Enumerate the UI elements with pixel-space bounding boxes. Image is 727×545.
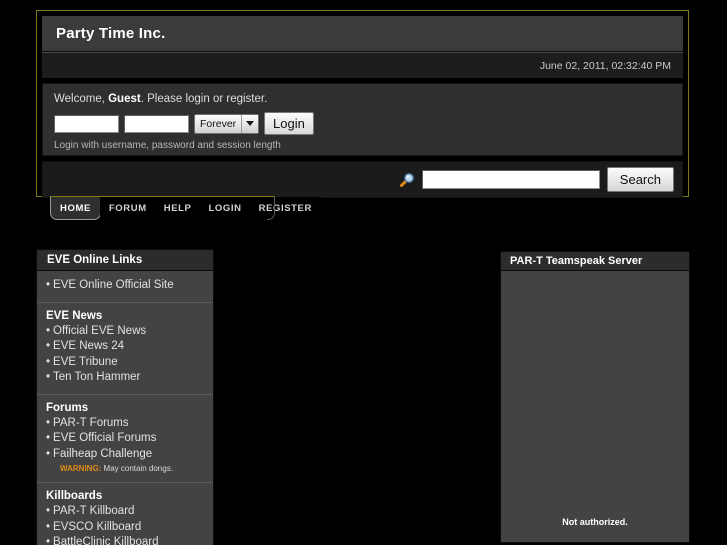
session-length-value: Forever [200,117,237,130]
main-navigation: HOME FORUM HELP LOGIN REGISTER [50,196,321,220]
sidebar-link-eve-news-24[interactable]: • EVE News 24 [46,339,204,355]
tab-login-label: LOGIN [208,203,242,214]
sidebar-link-eve-tribune[interactable]: • EVE Tribune [46,355,204,371]
page-root: Party Time Inc. June 02, 2011, 02:32:40 … [0,0,727,545]
sidebar-link-official-eve-news[interactable]: • Official EVE News [46,324,204,340]
sidebar-link-eve-official-forums[interactable]: • EVE Official Forums [46,431,204,447]
title-bar: Party Time Inc. [42,16,683,52]
bullet-icon: • [46,371,51,383]
login-hint: Login with username, password and sessio… [54,140,281,151]
bullet-icon: • [46,416,51,429]
sidebar-section-eve-news: EVE News • Official EVE News • EVE News 24… [37,303,213,395]
session-length-select[interactable]: Forever [194,113,259,134]
magnifying-glass-icon [399,172,415,188]
welcome-message: Welcome, Guest. Please login or register… [54,93,671,105]
tab-forum[interactable]: FORUM [99,197,156,220]
sidebar-heading-forums: Forums [46,401,89,414]
tabbar-endcap [267,197,275,220]
bullet-icon: • [46,279,51,291]
tab-help[interactable]: HELP [154,197,201,220]
password-input[interactable] [124,114,189,133]
welcome-prefix: Welcome, [54,93,109,105]
sidebar-link-ten-ton-hammer[interactable]: • Ten Ton Hammer [46,370,204,386]
search-input[interactable] [421,170,600,189]
tab-register[interactable]: REGISTER [249,197,321,220]
sidebar-heading-eve-news: EVE News [46,309,103,322]
sidebar-link-label: Ten Ton Hammer [53,371,141,383]
sidebar-section-killboards: Killboards • PAR-T Killboard • EVSCO Killb… [37,483,213,545]
warning-label: WARNING: [60,464,102,473]
login-button[interactable]: Login [264,112,314,135]
sidebar-link-label: EVE Online Official Site [53,279,174,291]
sidebar-link-label: BattleClinic Killboard [53,536,159,545]
header-frame: Party Time Inc. June 02, 2011, 02:32:40 … [36,10,689,198]
login-panel: Welcome, Guest. Please login or register… [42,83,683,156]
bullet-icon: • [46,340,51,352]
chevron-down-icon [241,114,258,133]
bullet-icon: • [46,324,51,337]
sidebar-link-label: EVE Tribune [53,355,118,368]
sidebar-section-forums: Forums • PAR-T Forums • EVE Official Forum… [37,395,213,483]
teamspeak-panel-title: PAR-T Teamspeak Server [500,251,690,271]
page-title: Party Time Inc. [56,25,166,42]
sidebar-link-eve-online-official-site[interactable]: • EVE Online Official Site [46,278,204,294]
sidebar-eve-online-links: EVE Online Links • EVE Online Official Si… [36,249,214,545]
sidebar-title: EVE Online Links [36,249,214,271]
sidebar-link-label: Failheap Challenge [53,447,153,460]
bullet-icon: • [46,520,51,533]
sidebar-link-par-t-killboard[interactable]: • PAR-T Killboard [46,504,204,520]
bullet-icon: • [46,432,51,444]
panel-teamspeak-server: PAR-T Teamspeak Server Not authorized. [500,251,690,545]
sidebar-body: • EVE Online Official Site EVE News • Offi… [36,271,214,545]
guest-name: Guest [108,93,141,105]
bullet-icon: • [46,447,51,460]
bullet-icon: • [46,355,51,368]
date-bar: June 02, 2011, 02:32:40 PM [42,52,683,78]
sidebar-link-label: Official EVE News [53,324,147,337]
sidebar-link-battleclinic-killboard[interactable]: • BattleClinic Killboard [46,535,204,545]
sidebar-heading-killboards: Killboards [46,490,103,502]
sidebar-link-label: EVSCO Killboard [53,520,142,533]
sidebar-warning-note: WARNING: May contain dongs. [46,463,204,474]
tab-help-label: HELP [163,203,192,214]
sidebar-link-label: EVE News 24 [53,340,124,352]
username-input[interactable] [54,114,119,133]
bullet-icon: • [46,536,51,545]
teamspeak-status-message: Not authorized. [562,517,628,527]
current-datetime: June 02, 2011, 02:32:40 PM [539,59,671,72]
welcome-suffix: . Please login or register. [140,93,268,105]
warning-text: May contain dongs. [101,464,173,473]
tab-home[interactable]: HOME [50,197,101,220]
sidebar-link-evsco-killboard[interactable]: • EVSCO Killboard [46,520,204,536]
login-form: Forever Login [54,112,671,135]
search-button[interactable]: Search [606,167,674,192]
sidebar-link-failheap-challenge[interactable]: • Failheap Challenge [46,447,204,463]
sidebar-link-label: PAR-T Killboard [53,505,135,517]
sidebar-section-official: • EVE Online Official Site [37,271,213,303]
bullet-icon: • [46,505,51,517]
sidebar-link-par-t-forums[interactable]: • PAR-T Forums [46,416,204,432]
search-bar: Search [42,161,683,198]
tab-login[interactable]: LOGIN [199,197,251,220]
tab-home-label: HOME [60,202,91,214]
sidebar-link-label: PAR-T Forums [53,416,129,429]
tab-forum-label: FORUM [108,203,147,214]
nav-tabs: HOME FORUM HELP LOGIN REGISTER [50,197,321,220]
teamspeak-panel-body: Not authorized. [500,271,690,543]
sidebar-link-label: EVE Official Forums [53,432,157,444]
